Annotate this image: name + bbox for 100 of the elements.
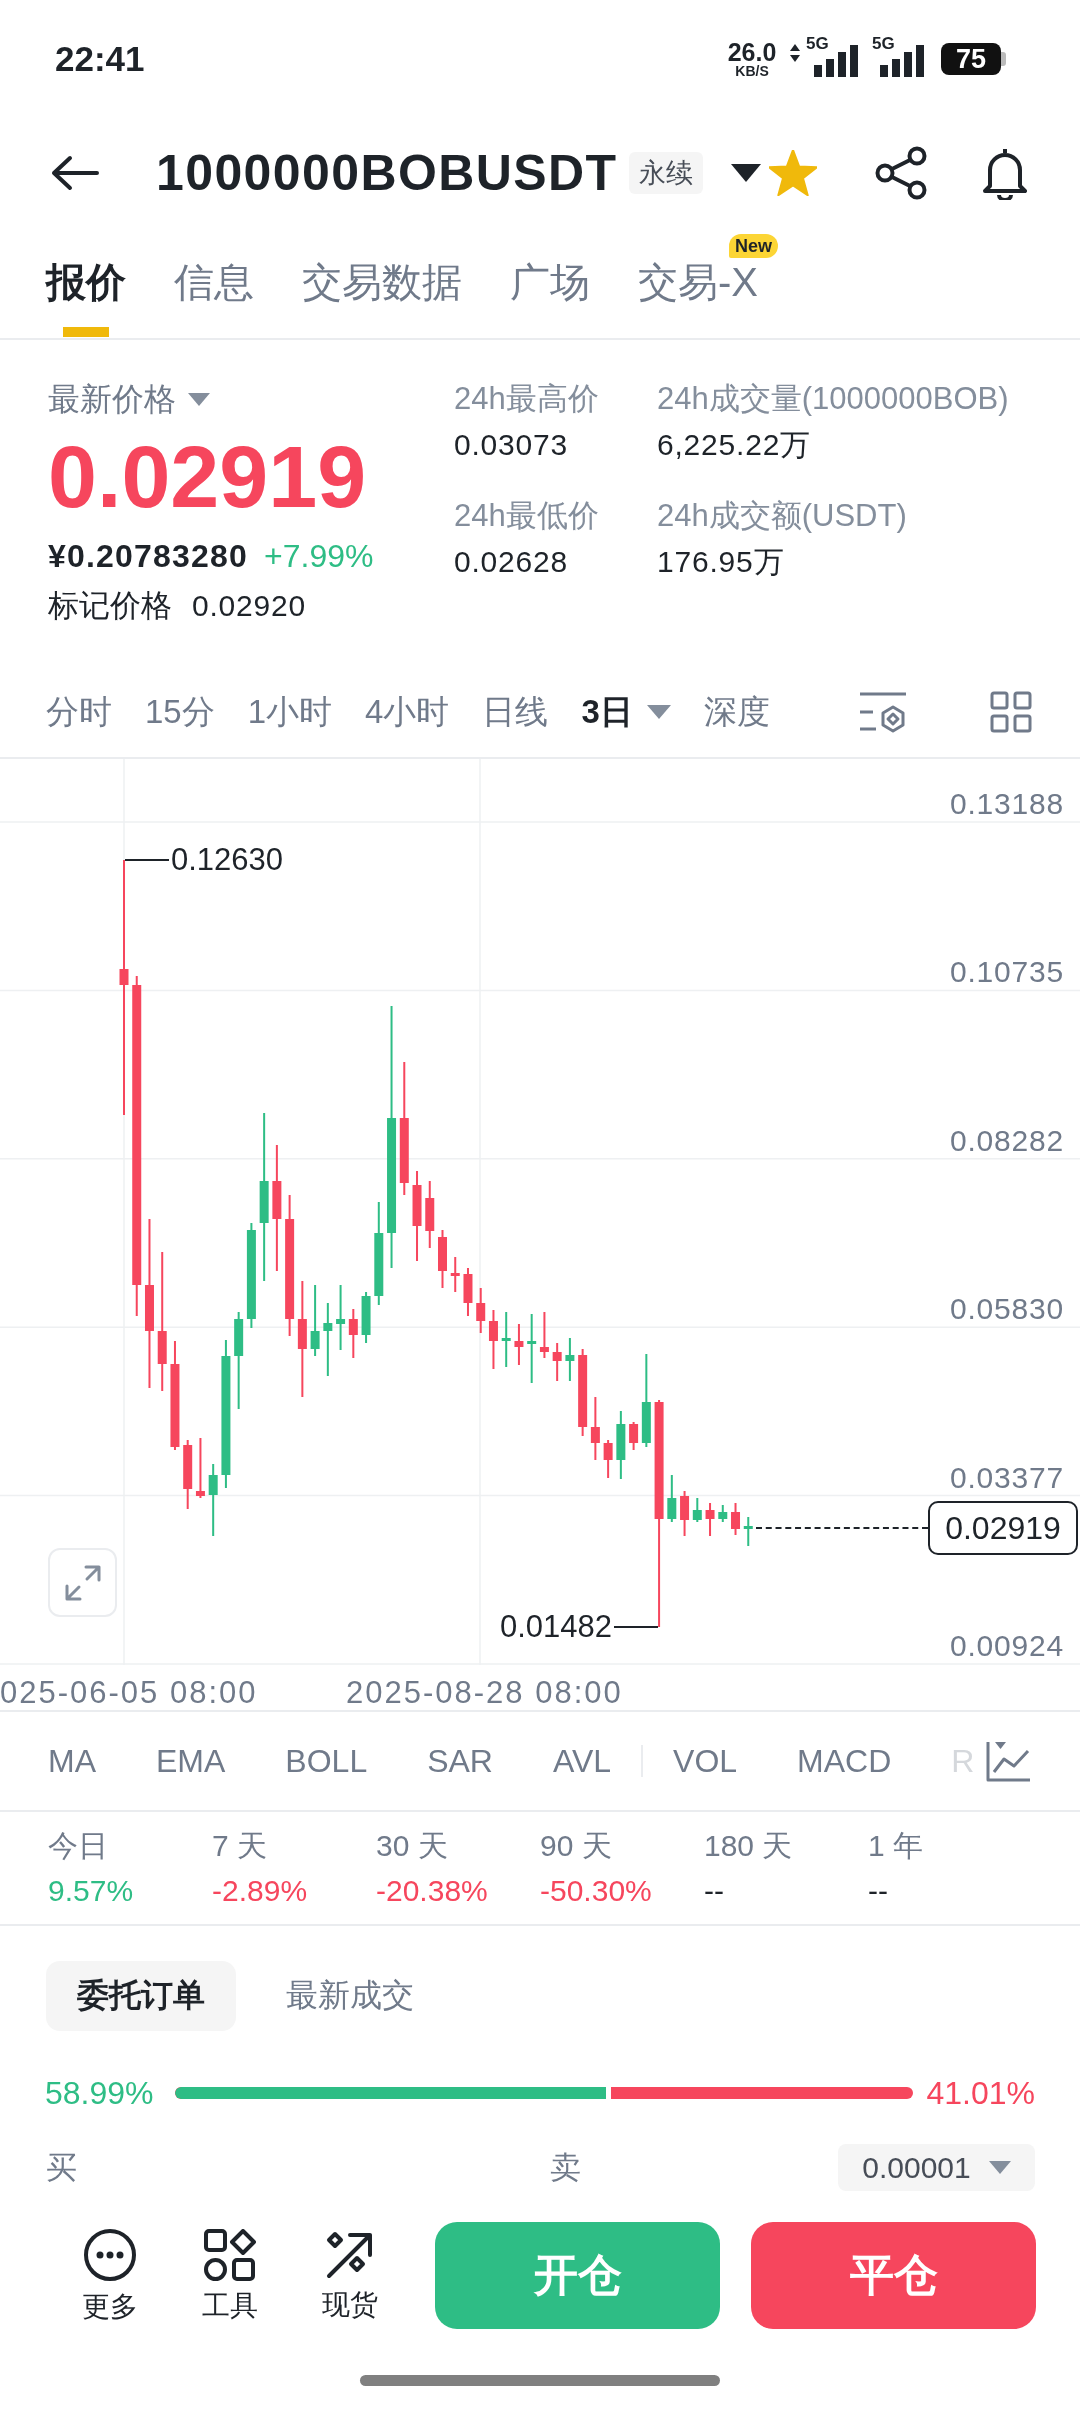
period-label: 90 天 xyxy=(540,1828,612,1864)
tab-underline xyxy=(63,327,109,337)
falling-candle xyxy=(603,1440,613,1478)
page-tab[interactable]: 信息 xyxy=(174,259,254,338)
spot-button[interactable]: 现货 xyxy=(312,2229,388,2322)
indicator-tab[interactable]: MACD xyxy=(797,1739,892,1783)
bell-icon[interactable] xyxy=(980,146,1030,200)
falling-candle xyxy=(680,1491,690,1536)
period-label: 1 年 xyxy=(868,1828,924,1864)
caret-icon xyxy=(988,2161,1011,2174)
interval-tab[interactable]: 15分 xyxy=(145,690,215,734)
rising-candle xyxy=(718,1505,728,1522)
leader-line xyxy=(125,859,169,861)
falling-candle xyxy=(438,1230,447,1288)
period-change: -- xyxy=(704,1873,724,1909)
open-position-button[interactable]: 开仓 xyxy=(435,2222,720,2329)
more-button[interactable]: 更多 xyxy=(72,2227,148,2324)
stat-label: 24h成交量(1000000BOB) xyxy=(657,380,1009,418)
page-tab[interactable]: 报价 xyxy=(46,259,126,338)
indicator-tab[interactable]: BOLL xyxy=(285,1739,368,1783)
axis-label: 0.13188 xyxy=(949,786,1064,822)
period-change: -50.30% xyxy=(540,1873,652,1909)
period-label: 今日 xyxy=(48,1828,108,1864)
period-label: 7 天 xyxy=(212,1828,268,1864)
interval-tab[interactable]: 3日 xyxy=(581,690,671,734)
falling-candle xyxy=(463,1268,473,1316)
page-tab[interactable]: 交易数据 xyxy=(302,259,462,338)
period-change: -2.89% xyxy=(212,1873,308,1909)
period-change: 9.57% xyxy=(48,1873,134,1909)
high-price-label: 0.12630 xyxy=(171,841,284,879)
network-type: 5G xyxy=(872,35,895,53)
falling-candle xyxy=(476,1288,486,1333)
mark-price-label: 标记价格 xyxy=(48,587,172,625)
rising-candle xyxy=(361,1292,371,1343)
indicator-tab[interactable]: SAR xyxy=(427,1739,493,1783)
falling-candle xyxy=(629,1422,639,1450)
rising-candle xyxy=(565,1338,575,1381)
period-label: 180 天 xyxy=(704,1828,793,1864)
rising-candle xyxy=(743,1517,753,1546)
last-price-tag: 0.02919 xyxy=(928,1501,1078,1555)
page-tab[interactable]: 广场 xyxy=(510,259,590,338)
rising-candle xyxy=(692,1498,702,1522)
falling-candle xyxy=(731,1503,740,1535)
sell-ratio: 41.01% xyxy=(926,2074,1035,2112)
line-chart-icon[interactable] xyxy=(986,1740,1031,1782)
contract-type-badge: 永续 xyxy=(629,152,704,194)
tools-button[interactable]: 工具 xyxy=(192,2228,268,2323)
buy-column-header: 买 xyxy=(46,2148,78,2187)
interval-tab[interactable]: 1小时 xyxy=(247,690,333,734)
page-tab[interactable]: 交易-X xyxy=(638,259,758,338)
star-icon[interactable] xyxy=(769,150,818,196)
price-type-dropdown[interactable]: 最新价格 xyxy=(48,377,210,421)
rising-candle xyxy=(667,1475,677,1522)
order-book-tab[interactable]: 委托订单 xyxy=(46,1961,236,2031)
rising-candle xyxy=(527,1314,537,1383)
falling-candle xyxy=(425,1181,435,1248)
fiat-price: ¥0.20783280 xyxy=(48,537,249,576)
indicator-tab[interactable]: MA xyxy=(48,1739,96,1783)
indicator-tab[interactable]: VOL xyxy=(673,1739,738,1783)
interval-tab[interactable]: 分时 xyxy=(46,690,112,734)
buy-ratio: 58.99% xyxy=(45,2074,155,2112)
symbol-title[interactable]: 1000000BOBUSDT xyxy=(156,143,618,203)
grid-icon[interactable] xyxy=(990,691,1032,733)
chart-settings-icon[interactable] xyxy=(859,691,907,733)
sell-column-header: 卖 xyxy=(550,2148,581,2187)
axis-label: 0.08282 xyxy=(949,1122,1064,1159)
network-speed: 26.0 KB/S xyxy=(726,39,778,79)
period-change: -- xyxy=(868,1873,888,1909)
mark-price-value: 0.02920 xyxy=(192,588,307,624)
date-label: 025-06-05 08:00 xyxy=(0,1674,258,1712)
falling-candle xyxy=(552,1343,562,1381)
axis-label: 0.10735 xyxy=(949,954,1064,991)
interval-tab[interactable]: 日线 xyxy=(482,690,549,734)
arrow-percent-icon xyxy=(325,2229,375,2280)
back-arrow-icon[interactable] xyxy=(51,155,99,191)
falling-candle xyxy=(590,1397,600,1460)
precision-dropdown[interactable]: 0.00001 xyxy=(838,2144,1035,2191)
falling-candle xyxy=(705,1503,715,1536)
data-arrows-icon xyxy=(790,44,800,62)
stat-value: 176.95万 xyxy=(657,544,785,580)
falling-candle xyxy=(539,1312,549,1358)
stat-value: 0.03073 xyxy=(454,427,569,463)
interval-tab[interactable]: 深度 xyxy=(703,690,770,734)
interval-tab[interactable]: 4小时 xyxy=(365,690,450,734)
rising-candle xyxy=(616,1411,626,1479)
indicator-tab[interactable]: EMA xyxy=(156,1739,226,1783)
share-icon[interactable] xyxy=(874,146,928,200)
caret-icon xyxy=(188,392,210,406)
stat-value: 6,225.22万 xyxy=(657,427,811,463)
order-book-tab[interactable]: 最新成交 xyxy=(286,1961,414,2031)
rising-candle xyxy=(310,1285,320,1356)
expand-button[interactable] xyxy=(48,1548,117,1617)
falling-candle xyxy=(488,1310,498,1369)
falling-candle xyxy=(183,1440,193,1509)
leader-line xyxy=(614,1626,658,1628)
more-icon xyxy=(83,2227,137,2282)
caret-icon[interactable] xyxy=(731,164,762,182)
close-position-button[interactable]: 平仓 xyxy=(751,2222,1036,2329)
falling-candle xyxy=(195,1438,205,1498)
indicator-tab[interactable]: AVL xyxy=(552,1739,612,1783)
